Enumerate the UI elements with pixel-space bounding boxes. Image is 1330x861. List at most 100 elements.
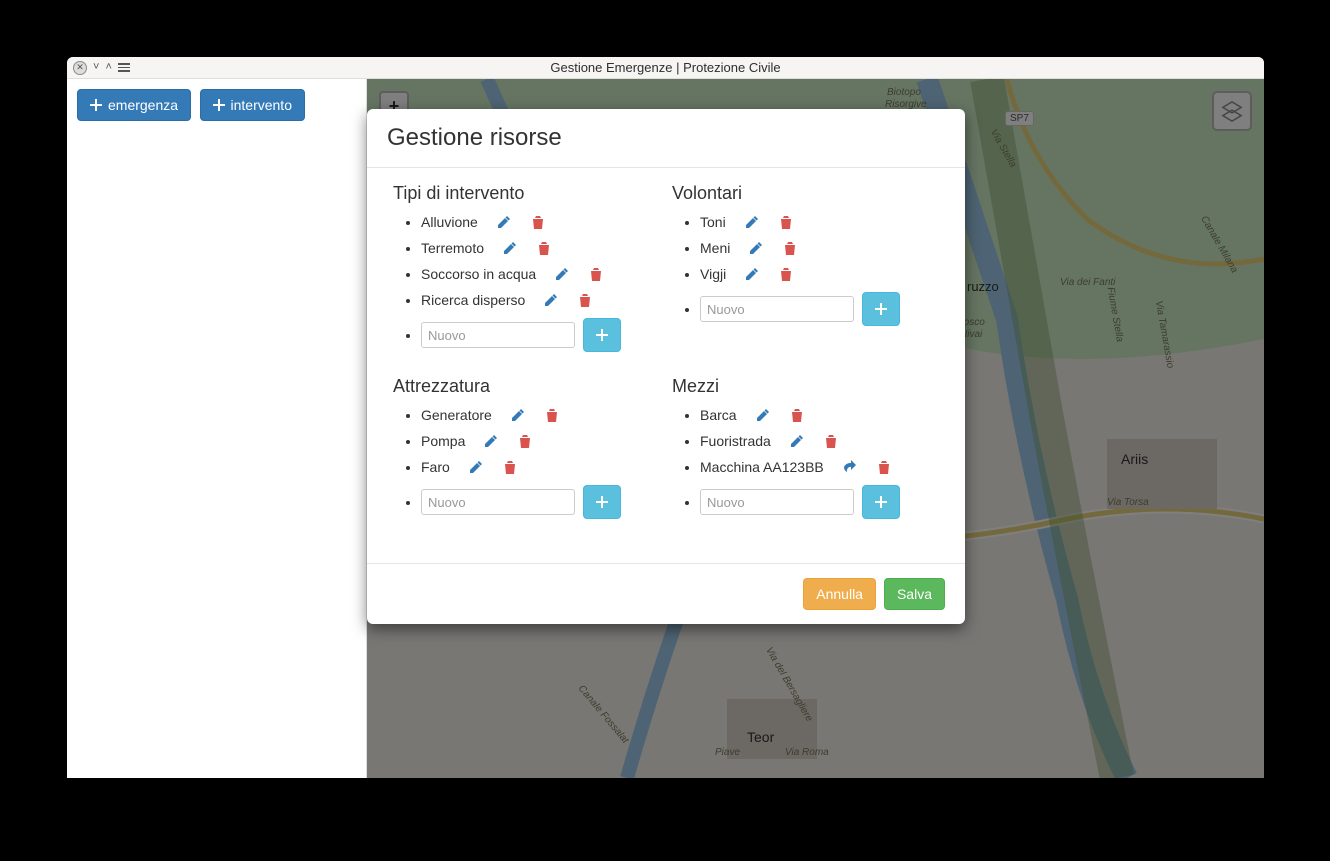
section-title: Volontari [672,183,939,204]
trash-icon[interactable] [530,214,546,230]
share-icon[interactable] [842,459,858,475]
list-item-new [421,318,660,352]
add-mezzo-button[interactable] [862,485,900,519]
section-mezzi: Mezzi Barca Fuoristrada [666,376,945,543]
plus-icon [875,496,887,508]
app-window: ✕ ˅ ˄ Gestione Emergenze | Protezione Ci… [67,57,1264,778]
add-tipo-button[interactable] [583,318,621,352]
app-body: emergenza intervento + [67,79,1264,778]
modal-header: Gestione risorse [367,109,965,168]
list-item: Ricerca disperso [421,292,660,308]
edit-icon[interactable] [789,433,805,449]
modal-title: Gestione risorse [387,124,945,152]
new-volontario-input[interactable] [700,296,854,322]
edit-icon[interactable] [502,240,518,256]
list-item: Vigji [700,266,939,282]
edit-icon[interactable] [496,214,512,230]
attrezzatura-list: Generatore Pompa Faro [393,407,660,519]
window-close-icon[interactable]: ✕ [73,61,87,75]
list-item: Pompa [421,433,660,449]
plus-icon [875,303,887,315]
new-tipo-input[interactable] [421,322,575,348]
window-minimize-icon[interactable]: ˅ [93,62,99,73]
edit-icon[interactable] [755,407,771,423]
add-intervention-button[interactable]: intervento [200,89,305,121]
sidebar: emergenza intervento [67,79,367,778]
item-label: Terremoto [421,240,484,256]
list-item: Barca [700,407,939,423]
add-volontario-button[interactable] [862,292,900,326]
item-label: Barca [700,407,737,423]
add-emergency-button[interactable]: emergenza [77,89,191,121]
list-item-new [700,292,939,326]
window-menu-icon[interactable] [118,63,130,72]
trash-icon[interactable] [876,459,892,475]
list-item-new [421,485,660,519]
list-item-new [700,485,939,519]
trash-icon[interactable] [544,407,560,423]
trash-icon[interactable] [536,240,552,256]
trash-icon[interactable] [789,407,805,423]
mezzi-list: Barca Fuoristrada Macchina AA123BB [672,407,939,519]
trash-icon[interactable] [502,459,518,475]
list-item: Meni [700,240,939,256]
edit-icon[interactable] [483,433,499,449]
section-tipi: Tipi di intervento Alluvione Terremoto [387,183,666,376]
save-button[interactable]: Salva [884,578,945,610]
trash-icon[interactable] [588,266,604,282]
item-label: Vigji [700,266,726,282]
titlebar: ✕ ˅ ˄ Gestione Emergenze | Protezione Ci… [67,57,1264,79]
item-label: Pompa [421,433,465,449]
edit-icon[interactable] [744,266,760,282]
resources-modal: Gestione risorse Tipi di intervento Allu… [367,109,965,624]
edit-icon[interactable] [543,292,559,308]
trash-icon[interactable] [778,214,794,230]
trash-icon[interactable] [782,240,798,256]
list-item: Toni [700,214,939,230]
plus-icon [596,496,608,508]
add-intervention-label: intervento [231,97,292,113]
window-maximize-icon[interactable]: ˄ [105,62,111,73]
section-title: Mezzi [672,376,939,397]
new-attrezzatura-input[interactable] [421,489,575,515]
item-label: Ricerca disperso [421,292,525,308]
list-item: Soccorso in acqua [421,266,660,282]
list-item: Faro [421,459,660,475]
item-label: Faro [421,459,450,475]
modal-footer: Annulla Salva [367,563,965,624]
item-label: Toni [700,214,726,230]
modal-body: Tipi di intervento Alluvione Terremoto [367,168,965,563]
list-item: Alluvione [421,214,660,230]
section-title: Attrezzatura [393,376,660,397]
tipi-list: Alluvione Terremoto Soccorso in acqua [393,214,660,352]
new-mezzo-input[interactable] [700,489,854,515]
cancel-button[interactable]: Annulla [803,578,876,610]
plus-icon [213,99,225,111]
trash-icon[interactable] [778,266,794,282]
window-title: Gestione Emergenze | Protezione Civile [67,60,1264,75]
edit-icon[interactable] [748,240,764,256]
plus-icon [596,329,608,341]
section-volontari: Volontari Toni Meni Vi [666,183,945,376]
section-title: Tipi di intervento [393,183,660,204]
item-label: Macchina AA123BB [700,459,824,475]
item-label: Alluvione [421,214,478,230]
edit-icon[interactable] [510,407,526,423]
trash-icon[interactable] [517,433,533,449]
list-item: Terremoto [421,240,660,256]
section-attrezzatura: Attrezzatura Generatore Pompa [387,376,666,543]
edit-icon[interactable] [744,214,760,230]
add-emergency-label: emergenza [108,97,178,113]
list-item: Macchina AA123BB [700,459,939,475]
item-label: Fuoristrada [700,433,771,449]
item-label: Generatore [421,407,492,423]
trash-icon[interactable] [577,292,593,308]
edit-icon[interactable] [554,266,570,282]
add-attrezzatura-button[interactable] [583,485,621,519]
item-label: Soccorso in acqua [421,266,536,282]
list-item: Fuoristrada [700,433,939,449]
plus-icon [90,99,102,111]
item-label: Meni [700,240,730,256]
trash-icon[interactable] [823,433,839,449]
edit-icon[interactable] [468,459,484,475]
